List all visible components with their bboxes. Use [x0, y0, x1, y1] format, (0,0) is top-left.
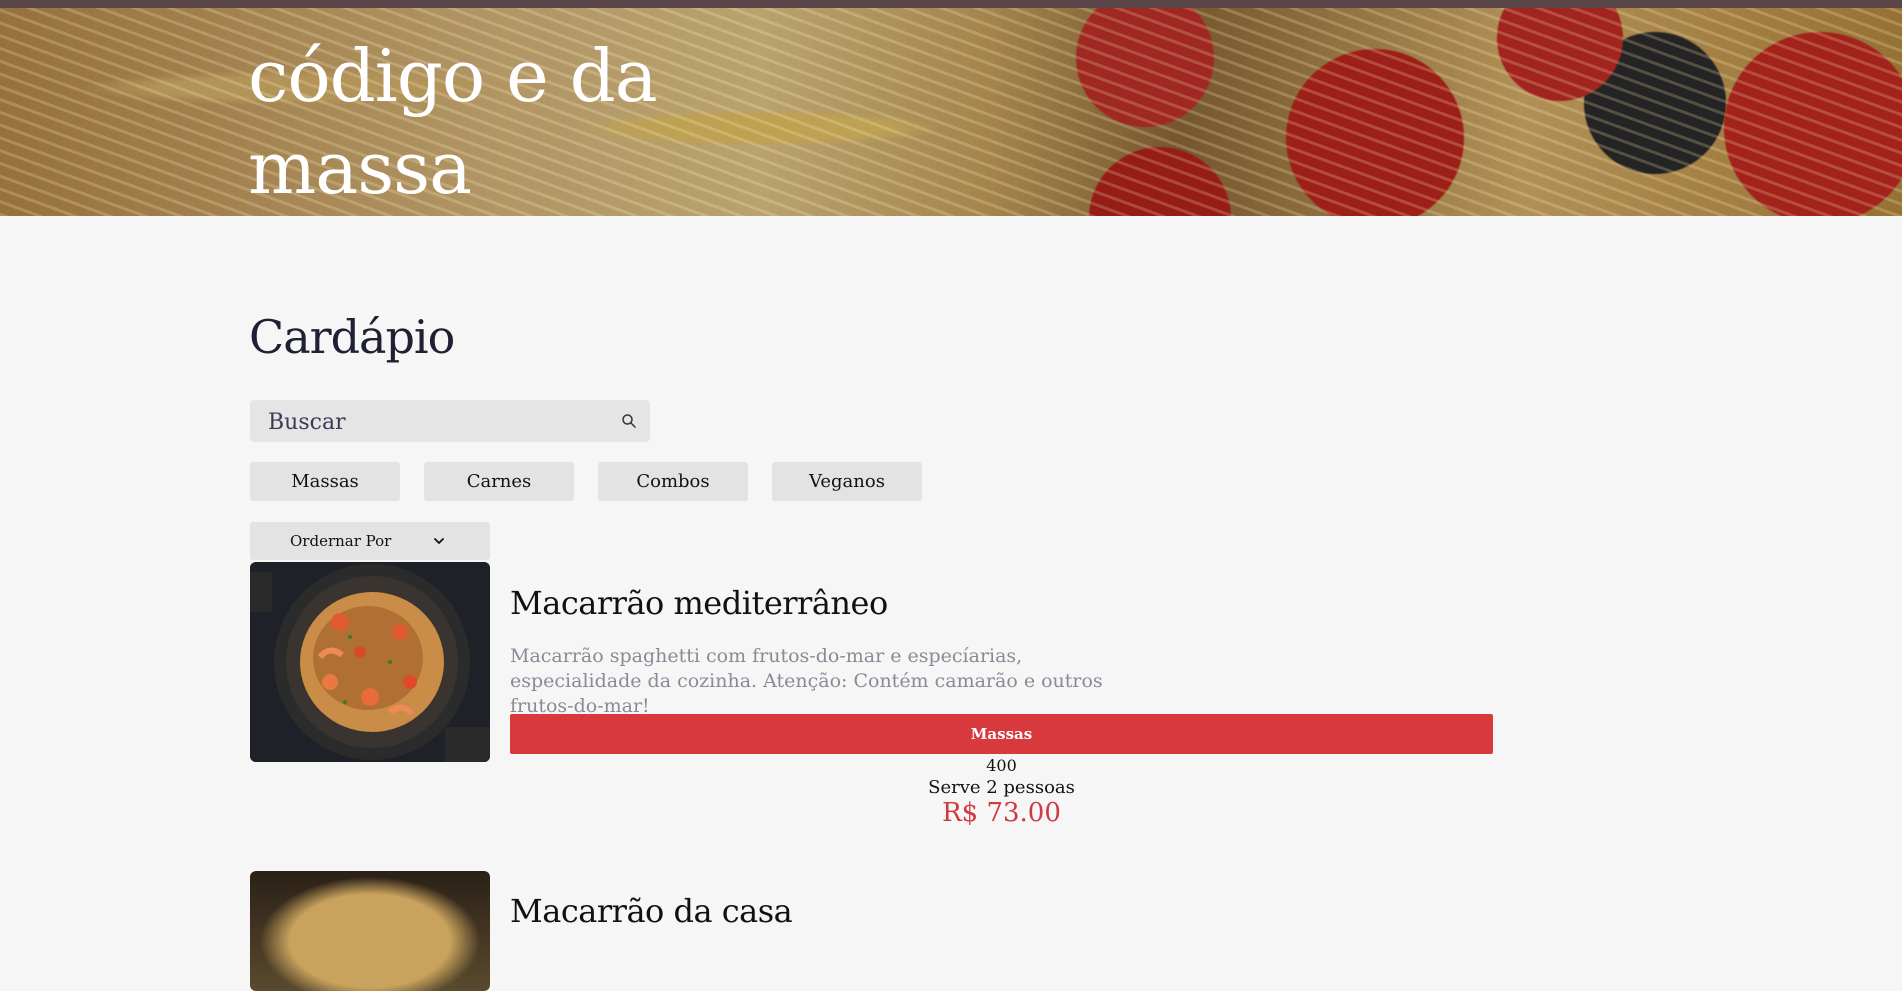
search-icon[interactable] [620, 412, 638, 430]
dish-name: Macarrão mediterrâneo [510, 584, 888, 622]
category-veganos-button[interactable]: Veganos [772, 462, 922, 501]
dish-image [250, 871, 490, 991]
dish-weight: 400 [986, 756, 1017, 775]
hero-banner: código e da massa [0, 8, 1902, 216]
sort-dropdown[interactable]: Ordernar Por [250, 522, 490, 560]
dish-name: Macarrão da casa [510, 892, 793, 930]
dish-image [250, 562, 490, 762]
pasta-plate-illustration [250, 562, 490, 762]
category-combos-button[interactable]: Combos [598, 462, 748, 501]
chevron-down-icon [434, 538, 444, 544]
search-input[interactable] [266, 400, 610, 444]
top-bar [0, 0, 1902, 8]
hero-title: código e da massa [248, 34, 658, 210]
menu-title: Cardápio [249, 310, 455, 364]
search-box[interactable] [250, 400, 650, 444]
dish-description: Macarrão spaghetti com frutos-do-mar e e… [510, 645, 1103, 717]
dish-category-tag[interactable]: Massas [510, 714, 1493, 754]
dish-serves: Serve 2 pessoas [928, 777, 1075, 798]
dish-price: R$ 73.00 [942, 798, 1061, 828]
category-carnes-button[interactable]: Carnes [424, 462, 574, 501]
sort-label: Ordernar Por [290, 532, 392, 550]
category-massas-button[interactable]: Massas [250, 462, 400, 501]
